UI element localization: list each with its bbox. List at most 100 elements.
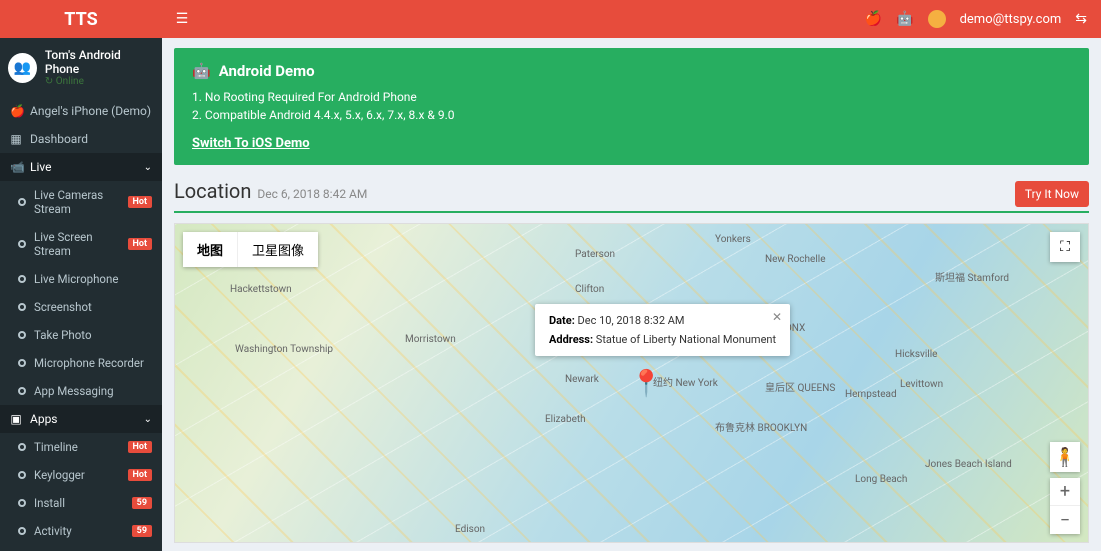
badge: 59 — [132, 525, 152, 537]
map-place-label: Hackettstown — [230, 284, 292, 295]
page-subtitle: Dec 6, 2018 8:42 AM — [257, 187, 367, 201]
badge: 59 — [132, 497, 152, 509]
sidebar-item[interactable]: Install 59 — [0, 489, 162, 517]
divider — [174, 211, 1089, 213]
map-place-label: Hempstead — [845, 389, 897, 400]
share-icon[interactable]: ⇆ — [1075, 11, 1087, 27]
demo-banner: 🤖 Android Demo 1. No Rooting Required For… — [174, 48, 1089, 165]
sidebar-item-label: Microphone Recorder — [34, 356, 144, 370]
banner-title: Android Demo — [219, 62, 315, 80]
badge: Hot — [128, 196, 152, 208]
map-place-label: Washington Township — [235, 344, 333, 355]
map-place-label: Elizabeth — [545, 414, 586, 425]
map-place-label: Newark — [565, 374, 599, 385]
nav-apps-header[interactable]: ▣Apps⌄ — [0, 405, 162, 433]
map-place-label: Edison — [455, 524, 485, 535]
map-place-label: Long Beach — [855, 474, 907, 485]
zoom-out-button[interactable]: − — [1050, 506, 1080, 534]
status-dot-icon — [18, 240, 26, 248]
info-date: Dec 10, 2018 8:32 AM — [578, 314, 685, 327]
status-dot-icon — [18, 359, 26, 367]
sidebar-item-label: Take Photo — [34, 328, 92, 342]
page-title: Location — [174, 179, 251, 203]
status-dot-icon — [18, 499, 26, 507]
sidebar-item-label: Screenshot — [34, 300, 92, 314]
status-dot-icon — [18, 527, 26, 535]
sidebar-item[interactable]: 📞Call Hisotry484 — [0, 545, 162, 551]
apps-icon: ▣ — [10, 412, 22, 426]
map[interactable]: YonkersNew RochellePatersonCliftonNewark… — [174, 223, 1089, 543]
dashboard-icon: ▦ — [10, 132, 22, 146]
status-dot-icon — [18, 275, 26, 283]
map-place-label: Morristown — [405, 334, 456, 345]
sidebar-item[interactable]: Live Microphone — [0, 265, 162, 293]
zoom-control: + − — [1050, 478, 1080, 534]
close-icon[interactable]: ✕ — [772, 310, 782, 324]
apple-icon[interactable]: 🍎 — [865, 11, 882, 27]
sidebar-item-label: App Messaging — [34, 384, 114, 398]
sidebar-item-label: Live Cameras Stream — [34, 188, 120, 216]
location-infobox: ✕ Date: Dec 10, 2018 8:32 AM Address: St… — [535, 304, 790, 356]
badge: Hot — [128, 441, 152, 453]
map-place-label: Hicksville — [895, 349, 937, 360]
try-it-now-button[interactable]: Try It Now — [1015, 181, 1089, 207]
badge: Hot — [128, 238, 152, 250]
menu-toggle-icon[interactable]: ☰ — [162, 11, 202, 27]
map-place-label: Levittown — [900, 379, 943, 390]
sidebar-item[interactable]: App Messaging — [0, 377, 162, 405]
info-address: Statue of Liberty National Monument — [596, 333, 776, 346]
content: 🤖 Android Demo 1. No Rooting Required For… — [162, 38, 1101, 551]
map-place-label: 斯坦福 Stamford — [935, 269, 1009, 284]
map-place-label: Jones Beach Island — [925, 459, 1012, 470]
nav-live-header[interactable]: 📹Live⌄ — [0, 153, 162, 181]
sidebar-item[interactable]: TimelineHot — [0, 433, 162, 461]
banner-line: 1. No Rooting Required For Android Phone — [192, 88, 1071, 106]
device-panel[interactable]: 👥 Tom's Android Phone Online — [0, 38, 162, 97]
sidebar-item-label: Activity — [34, 524, 72, 538]
status-dot-icon — [18, 331, 26, 339]
sidebar-item[interactable]: Take Photo — [0, 321, 162, 349]
map-place-label: 布鲁克林 BROOKLYN — [715, 419, 807, 434]
location-marker-icon[interactable]: 📍 — [630, 369, 662, 399]
nav-dashboard[interactable]: ▦Dashboard — [0, 125, 162, 153]
apple-icon: 🍎 — [10, 104, 22, 118]
device-status: Online — [45, 76, 154, 87]
nav: 🍎Angel's iPhone (Demo) ▦Dashboard 📹Live⌄… — [0, 97, 162, 551]
sidebar-item[interactable]: Live Cameras Stream Hot — [0, 181, 162, 223]
map-place-label: Yonkers — [715, 234, 751, 245]
pegman-icon[interactable]: 🧍 — [1050, 442, 1080, 472]
sidebar-item[interactable]: Microphone Recorder — [0, 349, 162, 377]
map-place-label: 皇后区 QUEENS — [765, 379, 835, 394]
chevron-down-icon: ⌄ — [144, 162, 152, 173]
user-email[interactable]: demo@ttspy.com — [960, 12, 1062, 27]
topbar-right: 🍎 🤖 demo@ttspy.com ⇆ — [865, 10, 1101, 28]
badge: Hot — [128, 469, 152, 481]
sidebar-item[interactable]: Activity 59 — [0, 517, 162, 545]
sidebar-item[interactable]: KeyloggerHot — [0, 461, 162, 489]
status-dot-icon — [18, 387, 26, 395]
chevron-down-icon: ⌄ — [144, 414, 152, 425]
status-dot-icon — [18, 198, 26, 206]
sidebar-item-label: Live Screen Stream — [34, 230, 120, 258]
map-place-label: New Rochelle — [765, 254, 826, 265]
sidebar-item-label: Install — [34, 496, 65, 510]
map-type-control: 地图 卫星图像 — [183, 232, 318, 267]
sidebar-item[interactable]: Live Screen Stream Hot — [0, 223, 162, 265]
sidebar: 👥 Tom's Android Phone Online 🍎Angel's iP… — [0, 38, 162, 551]
android-icon[interactable]: 🤖 — [896, 11, 913, 27]
nav-demo-iphone[interactable]: 🍎Angel's iPhone (Demo) — [0, 97, 162, 125]
sidebar-item[interactable]: Screenshot — [0, 293, 162, 321]
map-type-map-button[interactable]: 地图 — [183, 232, 238, 267]
status-dot-icon — [18, 443, 26, 451]
switch-demo-link[interactable]: Switch To iOS Demo — [192, 136, 310, 151]
map-place-label: Paterson — [575, 249, 615, 260]
fullscreen-icon[interactable]: ⛶ — [1050, 232, 1080, 262]
banner-line: 2. Compatible Android 4.4.x, 5.x, 6.x, 7… — [192, 106, 1071, 124]
device-name: Tom's Android Phone — [45, 48, 154, 76]
brand-logo[interactable]: TTS — [0, 9, 162, 30]
android-icon: 🤖 — [192, 62, 211, 80]
map-type-satellite-button[interactable]: 卫星图像 — [238, 232, 318, 267]
user-avatar[interactable] — [928, 10, 946, 28]
zoom-in-button[interactable]: + — [1050, 478, 1080, 506]
page-header: Location Dec 6, 2018 8:42 AM Try It Now — [174, 179, 1089, 207]
